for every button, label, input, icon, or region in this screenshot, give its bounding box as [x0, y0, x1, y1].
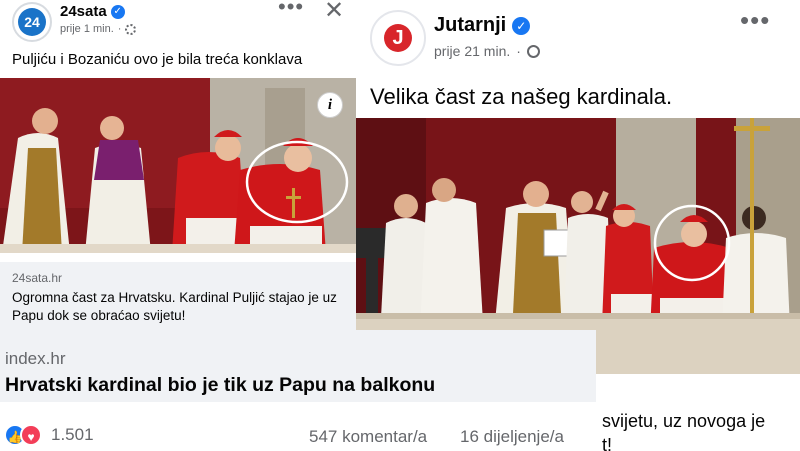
- shares-count-link[interactable]: 16 dijeljenje/a: [460, 427, 564, 447]
- avatar-logo-text: 24: [18, 8, 46, 36]
- separator: ·: [516, 43, 521, 59]
- verified-badge-icon: ✓: [110, 4, 125, 19]
- more-options-button[interactable]: •••: [278, 0, 304, 20]
- post-text: Velika čast za našeg kardinala.: [370, 84, 673, 109]
- info-button[interactable]: i: [317, 92, 343, 118]
- post-timestamp[interactable]: prije 1 min.: [60, 23, 114, 35]
- link-preview[interactable]: index.hr Hrvatski kardinal bio je tik uz…: [0, 330, 596, 402]
- more-options-button[interactable]: •••: [740, 5, 770, 36]
- page-name-jutarnji[interactable]: Jutarnji ✓: [434, 14, 531, 37]
- post-indexhr-link-card: index.hr Hrvatski kardinal bio je tik uz…: [0, 330, 596, 451]
- comments-count-link[interactable]: 547 komentar/a: [309, 427, 427, 447]
- reaction-count[interactable]: 1.501: [51, 425, 94, 445]
- love-icon: ♥: [20, 424, 42, 446]
- reactions-summary[interactable]: 👍 ♥ 1.501: [4, 424, 94, 446]
- body-line-1: svijetu, uz novoga je: [602, 411, 766, 431]
- page-name-label[interactable]: 24sata: [60, 3, 107, 20]
- post-body-continuation: svijetu, uz novoga je t!: [602, 409, 765, 451]
- link-title[interactable]: Ogromna čast za Hrvatsku. Kardinal Pulji…: [12, 289, 352, 325]
- post-meta: prije 21 min. ·: [434, 43, 540, 59]
- gear-icon[interactable]: [125, 23, 137, 35]
- post-24sata: 24 24sata ✓ prije 1 min. · ••• ✕ Puljiću…: [0, 0, 356, 340]
- link-title[interactable]: Hrvatski kardinal bio je tik uz Papu na …: [5, 374, 435, 397]
- post-timestamp[interactable]: prije 21 min.: [434, 43, 510, 59]
- globe-icon: [526, 44, 540, 58]
- post-photo[interactable]: [0, 78, 356, 253]
- balcony-photo-illustration: [0, 78, 356, 253]
- link-domain: index.hr: [5, 349, 66, 368]
- post-text: Puljiću i Bozaniću ovo je bila treća kon…: [12, 51, 303, 68]
- separator: ·: [117, 23, 122, 35]
- avatar-logo-text: J: [384, 24, 412, 52]
- close-button[interactable]: ✕: [324, 0, 344, 25]
- page-name-label[interactable]: Jutarnji: [434, 14, 506, 37]
- page-name-24sata[interactable]: 24sata ✓: [60, 3, 125, 20]
- verified-badge-icon: ✓: [512, 16, 531, 35]
- page-avatar-24sata[interactable]: 24: [12, 2, 52, 42]
- link-preview[interactable]: 24sata.hr Ogromna čast za Hrvatsku. Kard…: [0, 262, 356, 336]
- page-avatar-jutarnji[interactable]: J: [370, 10, 426, 66]
- body-line-2: t!: [602, 435, 613, 451]
- link-domain: 24sata.hr: [12, 271, 63, 285]
- post-meta: prije 1 min. ·: [60, 23, 137, 35]
